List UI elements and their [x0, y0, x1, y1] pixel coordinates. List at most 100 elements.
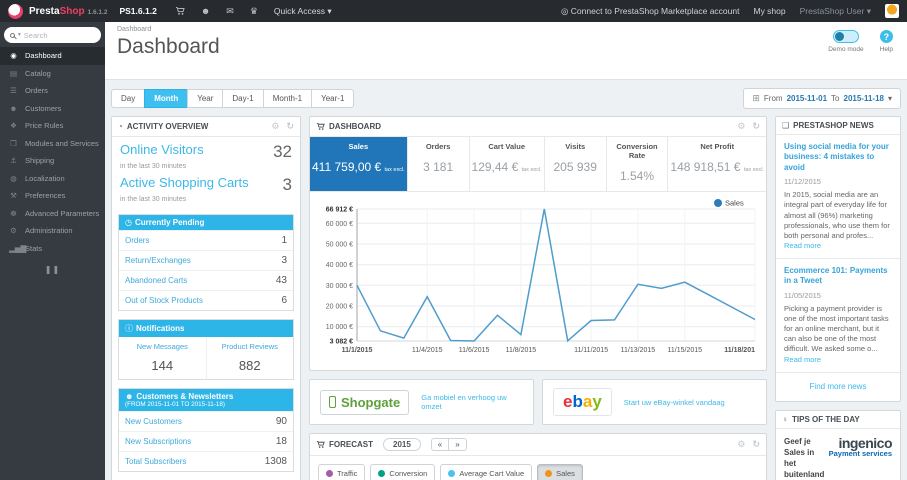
abandoned-carts-link[interactable]: Abandoned Carts: [125, 276, 187, 285]
ebay-link[interactable]: Start uw eBay-winkel vandaag: [624, 398, 725, 407]
sidebar-item-label: Preferences: [25, 191, 66, 201]
filter-average-cart-value-button[interactable]: Average Cart Value: [440, 464, 533, 480]
messages-icon[interactable]: ✉: [226, 6, 234, 17]
my-shop-link[interactable]: My shop: [753, 6, 785, 16]
sidebar-item-orders[interactable]: ☰ Orders: [0, 82, 105, 100]
trophy-icon[interactable]: ♛: [250, 6, 258, 17]
read-more-link[interactable]: Read more: [784, 241, 821, 250]
sidebar-search[interactable]: ▾: [4, 27, 101, 43]
breadcrumb[interactable]: Dashboard: [117, 26, 895, 33]
sidebar-collapse-button[interactable]: ❚❚: [0, 265, 105, 274]
phone-icon: [329, 396, 336, 408]
range-day-button[interactable]: Day: [111, 89, 145, 108]
refresh-icon[interactable]: ↻: [752, 121, 760, 132]
find-more-news-link[interactable]: Find more news: [776, 373, 900, 401]
filter-traffic-button[interactable]: Traffic: [318, 464, 366, 480]
sidebar-item-shipping[interactable]: ⚓ Shipping: [0, 152, 105, 170]
customers-quick-icon[interactable]: ☻: [201, 6, 210, 16]
gear-icon[interactable]: ⚙: [737, 439, 745, 450]
svg-text:20 000 €: 20 000 €: [326, 304, 353, 311]
sidebar-item-price-rules[interactable]: ❖ Price Rules: [0, 117, 105, 135]
forecast-year: 2015: [383, 438, 421, 451]
gear-icon[interactable]: ⚙: [737, 121, 745, 132]
metric-suffix: tax excl.: [743, 167, 765, 173]
sidebar-item-stats[interactable]: ▂▅▇ Stats: [0, 240, 105, 258]
gear-icon[interactable]: ⚙: [271, 121, 279, 132]
filter-conversion-button[interactable]: Conversion: [370, 464, 436, 480]
refresh-icon[interactable]: ↻: [286, 121, 294, 132]
filter-label: Conversion: [389, 469, 428, 478]
kpi-tiles: Sales 411 759,00 € tax excl. Orders 3 181 …: [310, 137, 766, 192]
metric-visits[interactable]: Visits 205 939: [545, 137, 607, 191]
search-input[interactable]: [23, 30, 79, 40]
product-reviews-cell: Product Reviews 882: [205, 337, 294, 379]
total-subscribers-link[interactable]: Total Subscribers: [125, 457, 186, 466]
product-reviews-link[interactable]: Product Reviews: [209, 342, 292, 351]
demo-mode-toggle[interactable]: [832, 30, 859, 43]
refresh-icon[interactable]: ↻: [752, 439, 760, 450]
new-subscriptions-link[interactable]: New Subscriptions: [125, 437, 191, 446]
product-reviews-value: 882: [238, 358, 261, 373]
help-button[interactable]: ?: [879, 30, 893, 43]
news-article: Ecommerce 101: Payments in a Tweet 11/05…: [776, 259, 900, 373]
sidebar-item-dashboard[interactable]: ◉ Dashboard: [0, 47, 105, 65]
metric-value: 411 759,00 €: [312, 160, 382, 174]
quick-access-menu[interactable]: Quick Access ▾: [274, 6, 332, 17]
metric-sales[interactable]: Sales 411 759,00 € tax excl.: [310, 137, 408, 191]
shopgate-link[interactable]: Ga mobiel en verhoog uw omzet: [421, 393, 523, 411]
sidebar-item-label: Localization: [25, 173, 65, 183]
filter-sales-button[interactable]: Sales: [537, 464, 583, 480]
new-customers-value: 90: [275, 416, 287, 427]
sidebar-item-localization[interactable]: ◍ Localization: [0, 170, 105, 188]
range-day-1-button[interactable]: Day-1: [222, 89, 263, 108]
forecast-prev-button[interactable]: «: [430, 438, 449, 451]
sidebar-item-catalog[interactable]: ▤ Catalog: [0, 65, 105, 83]
price-rules-icon: ❖: [10, 121, 17, 131]
brand-primary: Presta: [29, 5, 60, 17]
ebay-letter: b: [572, 392, 583, 411]
svg-text:11/8/2015: 11/8/2015: [506, 347, 537, 354]
marketplace-link-label: Connect to PrestaShop Marketplace accoun…: [570, 5, 740, 16]
section-title: Customers & Newsletters: [136, 392, 234, 401]
range-year-button[interactable]: Year: [187, 89, 223, 108]
cart-icon[interactable]: [175, 6, 185, 16]
catalog-icon: ▤: [9, 68, 18, 78]
metric-suffix: tax excl.: [521, 167, 542, 173]
stats-icon: ▂▅▇: [9, 243, 27, 253]
pending-orders-link[interactable]: Orders: [125, 236, 149, 245]
article-title-link[interactable]: Ecommerce 101: Payments in a Tweet: [784, 266, 892, 287]
svg-text:10 000 €: 10 000 €: [326, 324, 353, 331]
marketplace-link[interactable]: ◎ Connect to PrestaShop Marketplace acco…: [561, 6, 739, 17]
new-messages-link[interactable]: New Messages: [121, 342, 204, 351]
chevron-down-icon[interactable]: ▾: [18, 32, 21, 38]
metric-net-profit[interactable]: Net Profit 148 918,51 € tax excl.: [668, 137, 766, 191]
customers-newsletters-section: ☻ Customers & Newsletters (FROM 2015-11-0…: [118, 388, 294, 472]
sidebar-item-advanced-parameters[interactable]: ☸ Advanced Parameters: [0, 205, 105, 223]
user-menu[interactable]: PrestaShop User ▾: [800, 6, 871, 17]
new-customers-link[interactable]: New Customers: [125, 417, 182, 426]
date-range-picker[interactable]: ⊞ From 2015-11-01 To 2015-11-18 ▾: [743, 88, 901, 109]
range-month-1-button[interactable]: Month-1: [262, 89, 312, 108]
metric-orders[interactable]: Orders 3 181: [408, 137, 470, 191]
cart-icon: [316, 440, 325, 448]
metric-cart-value[interactable]: Cart Value 129,44 € tax excl.: [470, 137, 545, 191]
sidebar-item-preferences[interactable]: ⚒ Preferences: [0, 187, 105, 205]
pending-returns-link[interactable]: Return/Exchanges: [125, 256, 191, 265]
sidebar-item-modules[interactable]: ❒ Modules and Services: [0, 135, 105, 153]
online-visitors-link[interactable]: Online Visitors: [120, 142, 204, 157]
out-of-stock-link[interactable]: Out of Stock Products: [125, 296, 203, 305]
section-title: Currently Pending: [134, 218, 205, 227]
range-year-1-button[interactable]: Year-1: [311, 89, 355, 108]
range-month-button[interactable]: Month: [144, 89, 188, 108]
sidebar-item-administration[interactable]: ⚙ Administration: [0, 222, 105, 240]
clock-icon: ◷: [125, 218, 132, 227]
article-title-link[interactable]: Using social media for your business: 4 …: [784, 142, 892, 173]
metric-conversion-rate[interactable]: Conversion Rate 1.54%: [607, 137, 669, 191]
avatar[interactable]: [885, 4, 899, 18]
active-carts-link[interactable]: Active Shopping Carts: [120, 175, 249, 190]
read-more-link[interactable]: Read more: [784, 355, 821, 364]
cart-icon: [316, 122, 325, 130]
section-subtitle: (FROM 2015-11-01 TO 2015-11-18): [125, 401, 225, 408]
sidebar-item-customers[interactable]: ☻ Customers: [0, 100, 105, 118]
forecast-next-button[interactable]: »: [448, 438, 467, 451]
